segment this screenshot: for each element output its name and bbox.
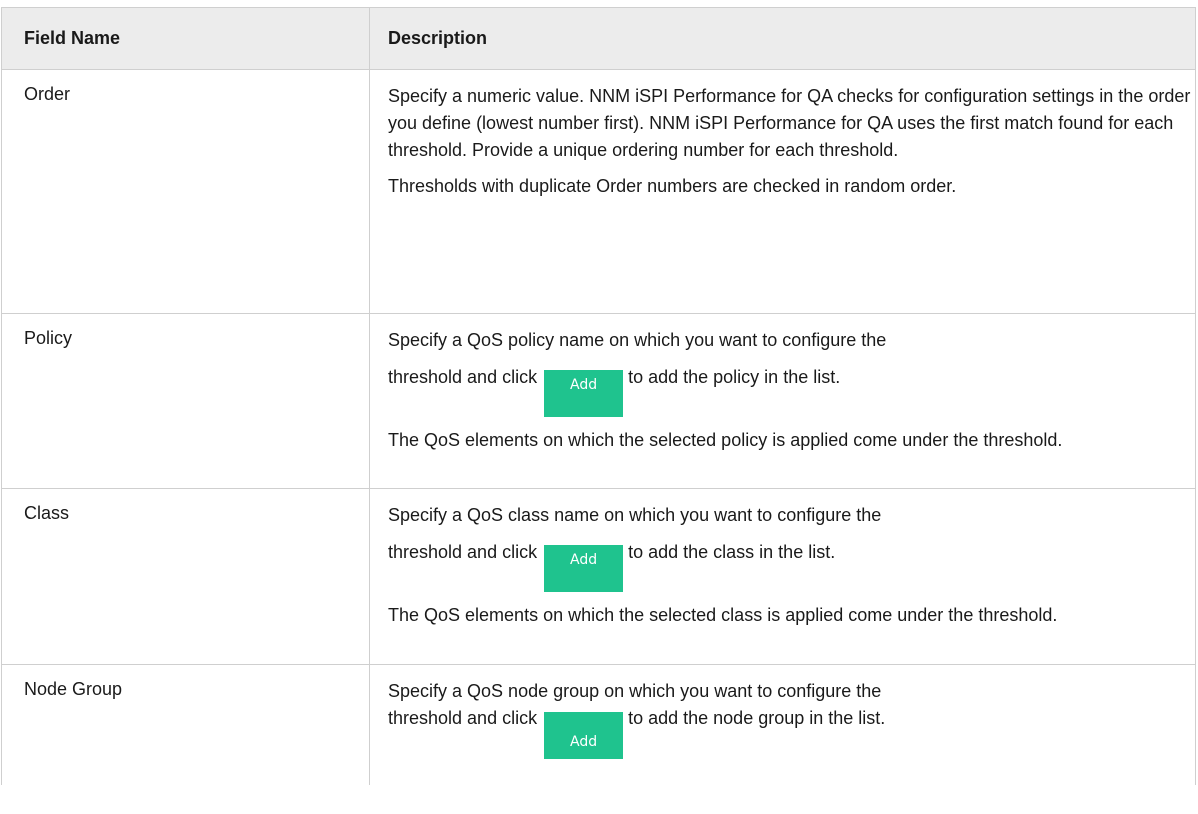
description-paragraph: Specify a numeric value. NNM iSPI Perfor…	[388, 86, 1191, 160]
add-class-button[interactable]: Add	[544, 545, 624, 592]
table-row: Policy Specify a QoS policy name on whic…	[1, 313, 1196, 489]
table-row: Class Specify a QoS class name on which …	[1, 488, 1196, 665]
table-header-row: Field Name Description	[1, 7, 1196, 70]
field-name-cell: Node Group	[1, 664, 370, 785]
add-policy-button[interactable]: Add	[544, 370, 624, 417]
table-row: Order Specify a numeric value. NNM iSPI …	[1, 69, 1196, 314]
field-description-table: Field Name Description Order Specify a n…	[1, 7, 1196, 785]
table-row: Node Group Specify a QoS node group on w…	[1, 664, 1196, 785]
description-text: to add the node group in the list.	[628, 708, 886, 728]
description-paragraph: The QoS elements on which the selected c…	[388, 605, 1058, 625]
field-name-cell: Class	[1, 488, 370, 665]
field-name-cell: Policy	[1, 313, 370, 489]
description-line-with-button: threshold and click Addto add the node gr…	[388, 705, 1191, 759]
description-text: to add the class in the list.	[628, 542, 836, 562]
description-text: threshold and click	[388, 542, 538, 562]
description-cell: Specify a QoS class name on which you wa…	[369, 488, 1196, 665]
description-line: Specify a QoS class name on which you wa…	[388, 505, 882, 525]
description-cell: Specify a QoS policy name on which you w…	[369, 313, 1196, 489]
description-line-with-button: threshold and click Add to add the policy …	[388, 364, 1191, 417]
field-name-cell: Order	[1, 69, 370, 314]
description-paragraph: Thresholds with duplicate Order numbers …	[388, 176, 957, 196]
header-field-name: Field Name	[1, 7, 370, 70]
add-node-group-button[interactable]: Add	[544, 712, 624, 759]
description-text: threshold and click	[388, 708, 538, 728]
description-text: to add the policy in the list.	[628, 367, 841, 387]
description-line-with-button: threshold and click Add to add the class i…	[388, 539, 1191, 592]
description-cell: Specify a QoS node group on which you wa…	[369, 664, 1196, 785]
description-line: Specify a QoS node group on which you wa…	[388, 681, 882, 701]
description-paragraph: The QoS elements on which the selected p…	[388, 430, 1063, 450]
description-cell: Specify a numeric value. NNM iSPI Perfor…	[369, 69, 1196, 314]
header-description: Description	[369, 7, 1196, 70]
description-line: Specify a QoS policy name on which you w…	[388, 330, 887, 350]
description-text: threshold and click	[388, 367, 538, 387]
